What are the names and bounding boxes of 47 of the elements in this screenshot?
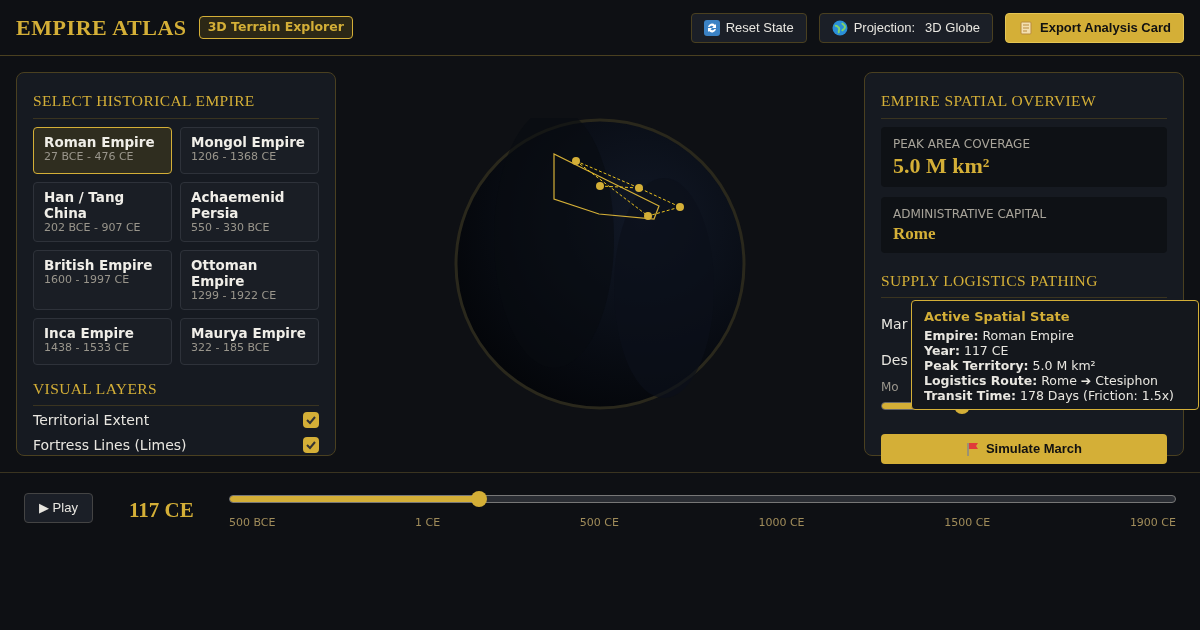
- empire-card[interactable]: Mongol Empire 1206 - 1368 CE: [180, 127, 319, 175]
- stat-value: Rome: [893, 223, 936, 246]
- field-label: Mo: [881, 378, 899, 396]
- play-button[interactable]: ▶ Play: [24, 493, 93, 523]
- tooltip-row-text: Peak Territory: 5.0 M km²: [924, 358, 1097, 373]
- timeline-thumb[interactable]: [471, 491, 488, 507]
- tick-label: 500 CE: [579, 515, 619, 531]
- tooltip-row-text: Transit Time: 178 Days (Friction: 1.5x): [924, 388, 1175, 403]
- stat-label: ADMINISTRATIVE CAPITAL: [893, 206, 1047, 224]
- empire-card[interactable]: Achaemenid Persia 550 - 330 BCE: [180, 182, 319, 243]
- refresh-icon: [703, 19, 720, 36]
- globe-icon: [831, 19, 848, 36]
- panel-title: SELECT HISTORICAL EMPIRE: [33, 89, 319, 120]
- tooltip-row-text: Logistics Route: Rome ➔ Ctesiphon: [924, 373, 1160, 388]
- empire-card[interactable]: British Empire 1600 - 1997 CE: [33, 250, 172, 311]
- field-label: Mar: [881, 314, 908, 334]
- app-title: EMPIRE ATLAS: [16, 14, 187, 42]
- tick-label: 500 BCE: [228, 515, 276, 531]
- field-label: Des: [881, 350, 908, 370]
- tick-label: 1900 CE: [1129, 515, 1176, 531]
- checkbox[interactable]: [303, 412, 319, 428]
- reset-button[interactable]: Reset State: [690, 12, 807, 43]
- checkbox[interactable]: [303, 437, 319, 453]
- tick-label: 1500 CE: [944, 515, 991, 531]
- export-button[interactable]: Export Analysis Card: [1005, 12, 1184, 43]
- section-title: VISUAL LAYERS: [33, 377, 319, 406]
- simulate-button[interactable]: Simulate March: [881, 433, 1167, 464]
- app-badge: 3D Terrain Explorer: [198, 16, 353, 39]
- current-year: 117 CE: [128, 497, 195, 524]
- projection-button[interactable]: Projection: 3D Globe: [818, 12, 993, 43]
- tooltip-row-text: Year: 117 CE: [924, 343, 1010, 358]
- layer-label: Fortress Lines (Limes): [33, 435, 187, 455]
- stat-label: PEAK AREA COVERAGE: [893, 136, 1030, 154]
- stat-value: 5.0 M km²: [893, 153, 990, 180]
- empire-card[interactable]: Han / Tang China 202 BCE - 907 CE: [33, 182, 172, 243]
- tooltip-row-text: Empire: Roman Empire: [924, 328, 1075, 343]
- section-title: SUPPLY LOGISTICS PATHING: [881, 269, 1167, 298]
- tick-label: 1000 CE: [758, 515, 805, 531]
- layer-label: Territorial Extent: [33, 410, 150, 430]
- flag-icon: [965, 441, 980, 456]
- empire-card[interactable]: Roman Empire 27 BCE - 476 CE: [33, 127, 172, 175]
- empire-card[interactable]: Ottoman Empire 1299 - 1922 CE: [180, 250, 319, 311]
- tick-label: 1 CE: [415, 515, 441, 531]
- tooltip-title: Active Spatial State: [924, 307, 1071, 326]
- empire-card[interactable]: Maurya Empire 322 - 185 BCE: [180, 318, 319, 366]
- panel-title: EMPIRE SPATIAL OVERVIEW: [881, 89, 1167, 120]
- empire-card[interactable]: Inca Empire 1438 - 1533 CE: [33, 318, 172, 366]
